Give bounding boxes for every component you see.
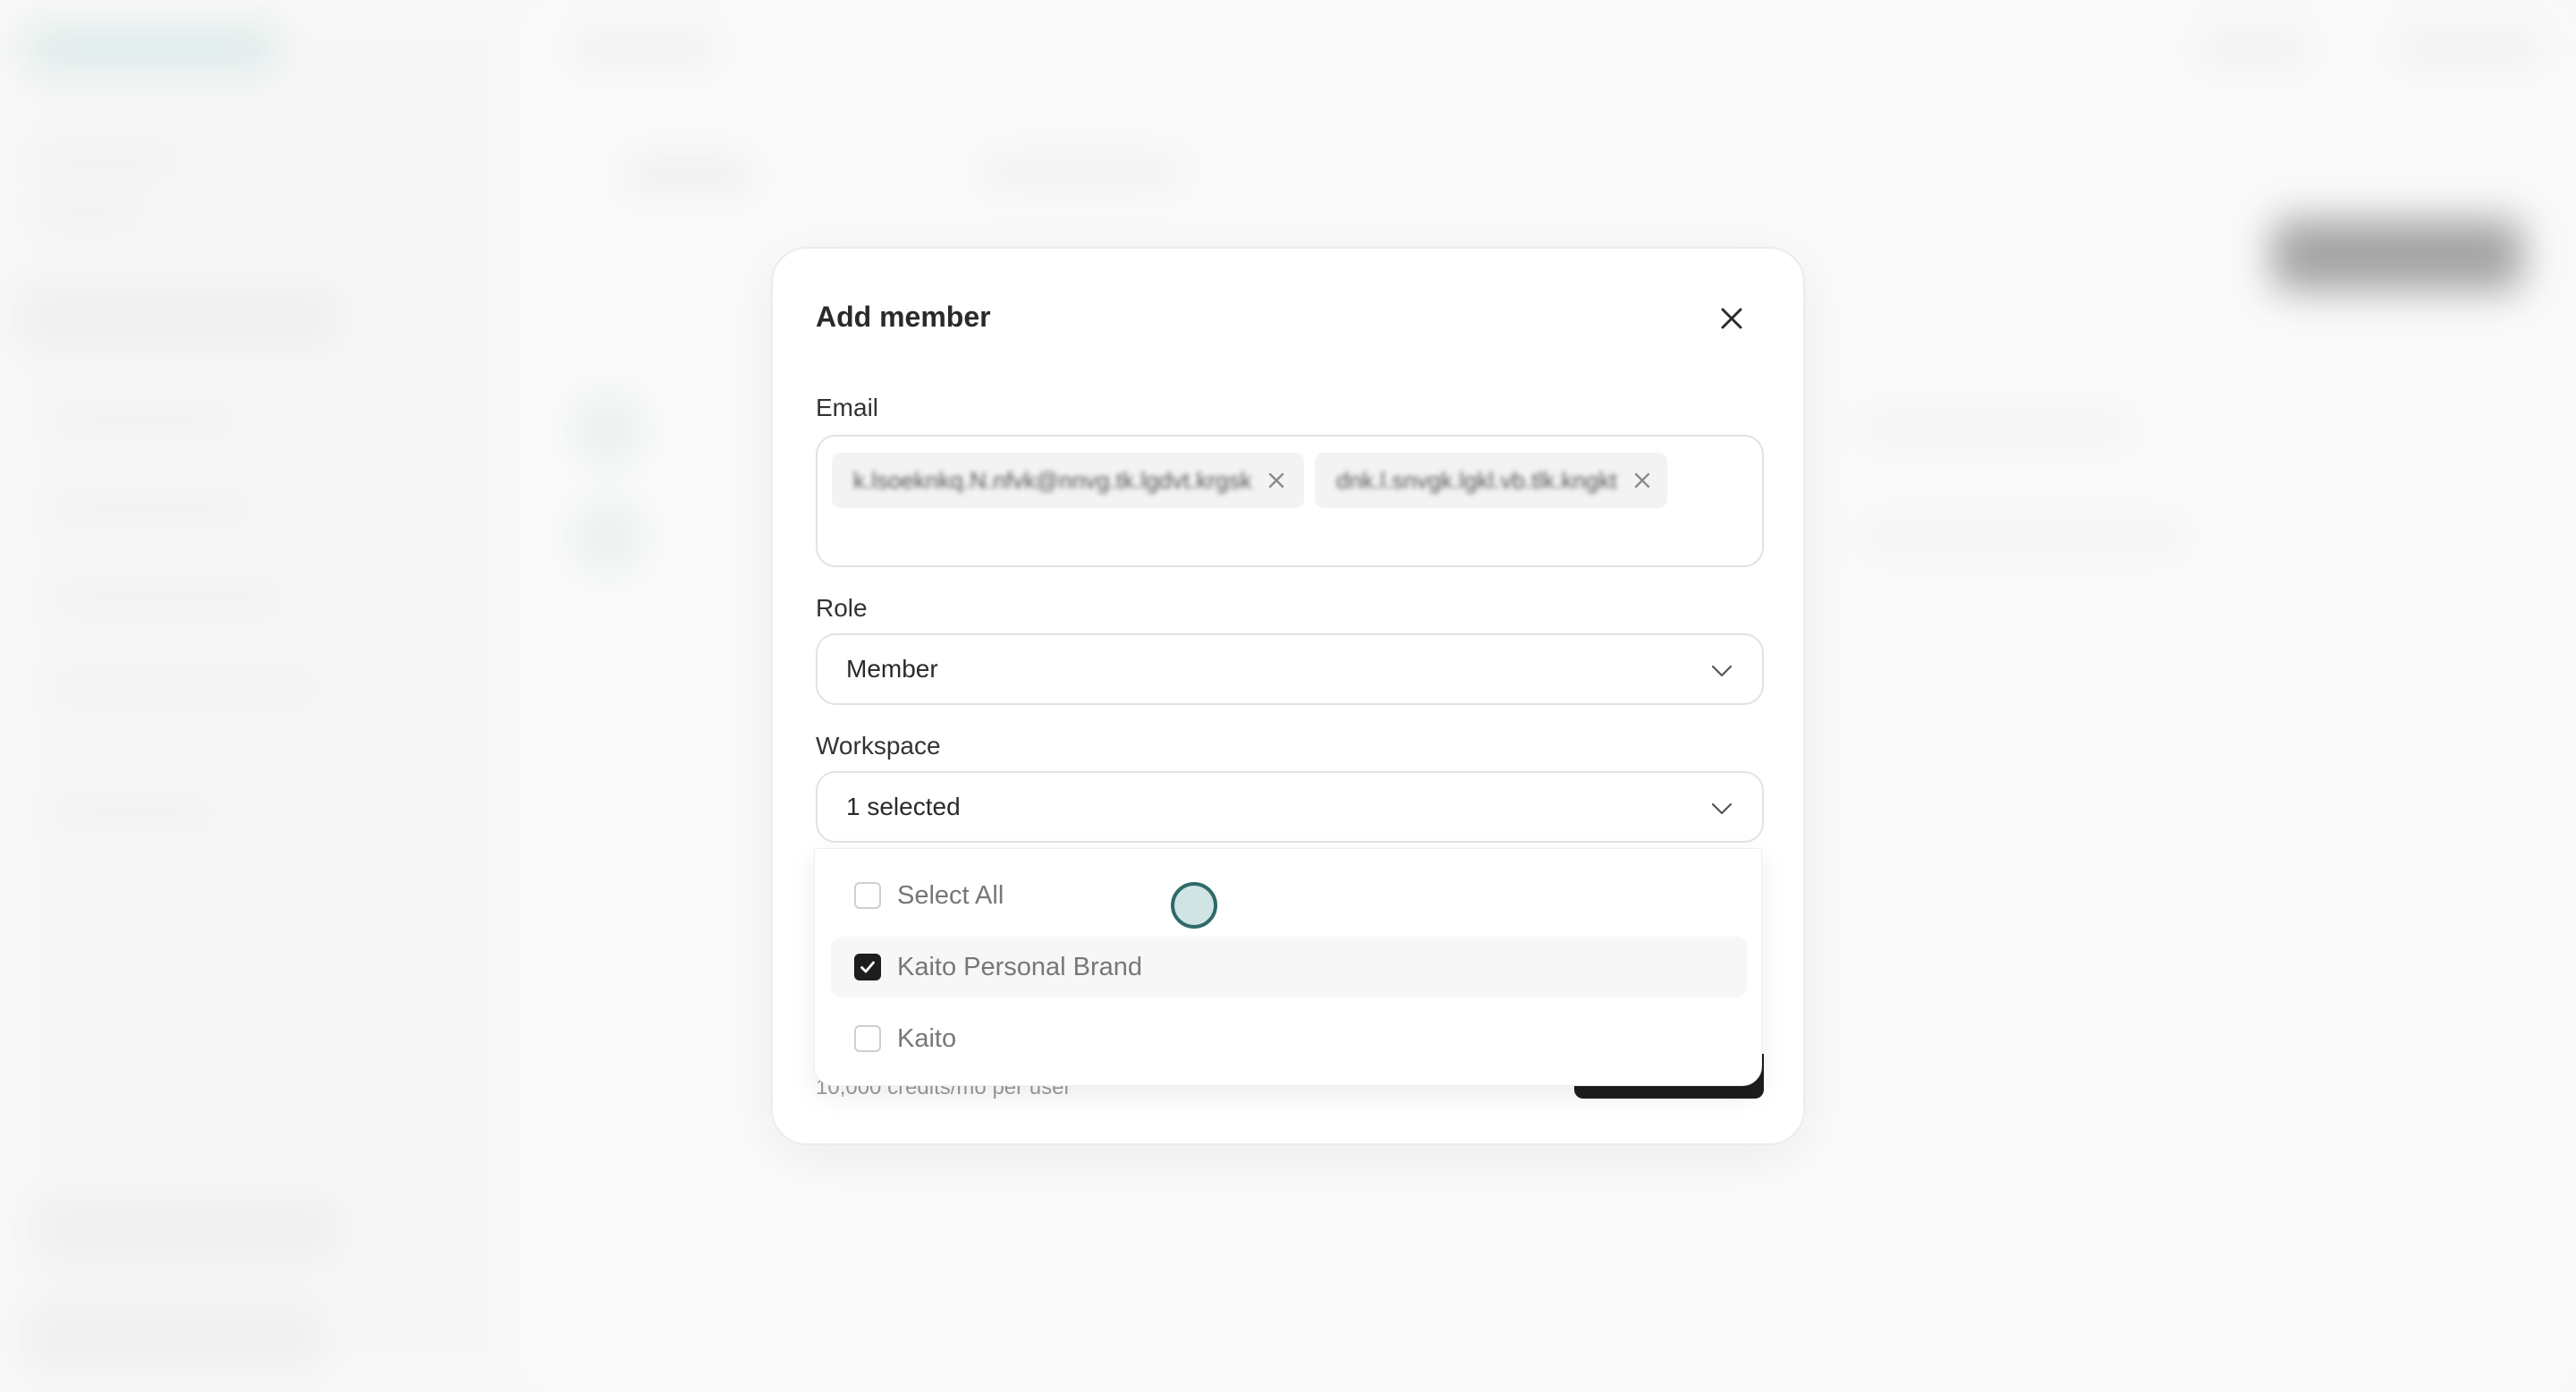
workspace-dropdown: Select All Kaito Personal Brand Kaito — [814, 848, 1762, 1086]
x-icon — [1634, 472, 1649, 488]
role-label: Role — [816, 594, 868, 622]
option-select-all[interactable]: Select All — [831, 865, 1747, 926]
role-select-value: Member — [846, 655, 938, 683]
checkbox[interactable] — [854, 954, 881, 980]
remove-chip-button[interactable] — [1633, 471, 1651, 489]
option-label: Kaito Personal Brand — [897, 952, 1143, 981]
chevron-down-icon — [1711, 665, 1733, 677]
role-select[interactable]: Member — [816, 633, 1764, 705]
modal-title: Add member — [816, 301, 991, 333]
workspace-label: Workspace — [816, 732, 941, 760]
checkbox[interactable] — [854, 1025, 881, 1052]
x-icon — [1269, 472, 1284, 488]
chevron-down-icon — [1711, 802, 1733, 815]
check-icon — [860, 961, 875, 973]
email-chip: k.lsoeknkq.N.nfvk@nnvg.tk.lgdvt.krgsk — [832, 453, 1304, 508]
email-label: Email — [816, 394, 879, 421]
close-button[interactable] — [1714, 301, 1750, 336]
remove-chip-button[interactable] — [1267, 471, 1285, 489]
option-label: Kaito — [897, 1023, 957, 1053]
email-field[interactable]: k.lsoeknkq.N.nfvk@nnvg.tk.lgdvt.krgsk dn… — [816, 435, 1764, 567]
checkbox[interactable] — [854, 882, 881, 909]
workspace-select[interactable]: 1 selected — [816, 771, 1764, 843]
email-chip-text: dnk.l.snvgk.lgkl.vb.tlk.kngkt — [1336, 466, 1617, 494]
workspace-select-value: 1 selected — [846, 793, 961, 820]
email-chip: dnk.l.snvgk.lgkl.vb.tlk.kngkt — [1315, 453, 1667, 508]
email-chip-text: k.lsoeknkq.N.nfvk@nnvg.tk.lgdvt.krgsk — [853, 466, 1252, 494]
close-icon — [1721, 308, 1742, 329]
option-label: Select All — [897, 880, 1004, 910]
mouse-cursor — [1171, 882, 1217, 929]
option-kaito[interactable]: Kaito — [831, 1008, 1747, 1069]
option-kaito-personal-brand[interactable]: Kaito Personal Brand — [831, 937, 1747, 997]
